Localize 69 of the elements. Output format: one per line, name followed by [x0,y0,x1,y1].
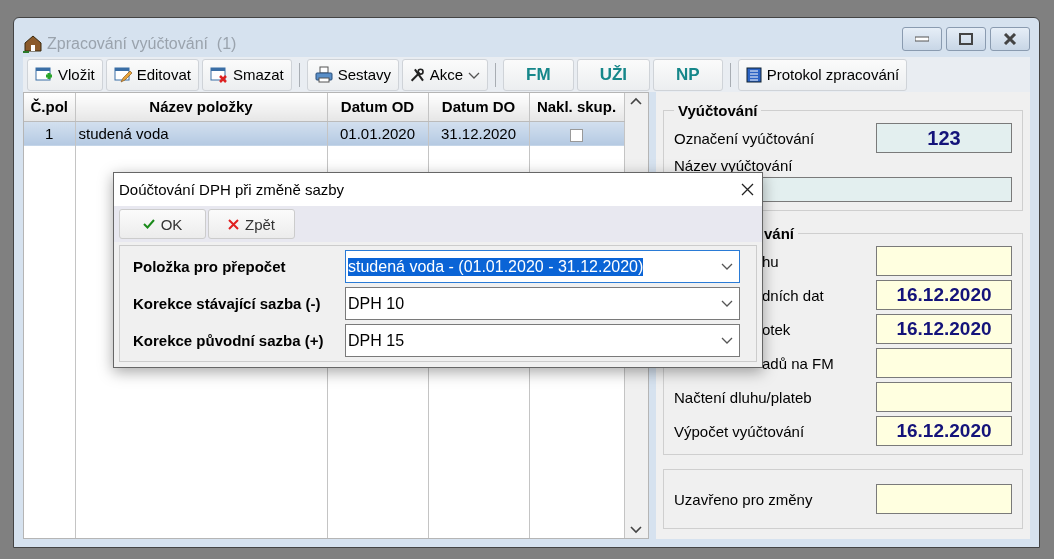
field-label: adů na FM [762,354,834,372]
chevron-down-icon [721,336,733,345]
toolbar-button[interactable]: Vložit [27,58,103,91]
toolbar-button[interactable]: Protokol zpracování [737,58,908,91]
table-delete-icon [209,65,228,84]
table-edit-icon [113,65,132,84]
toolbar-button[interactable]: FM [503,58,574,91]
toolbar-button[interactable]: Akce [402,58,489,91]
column-header[interactable]: Datum OD [327,93,428,121]
value-field[interactable]: 16.12.2020 [876,280,1012,310]
column-header[interactable]: Č.pol [24,93,75,121]
check-icon [142,219,155,229]
printer-icon [314,65,333,84]
combo-box[interactable]: studená voda - (01.01.2020 - 31.12.2020) [345,250,740,283]
minimize-icon [915,36,929,42]
window-title: Zpracování vyúčtování (1) [47,35,238,53]
house-icon [23,33,43,53]
value-field[interactable]: 16.12.2020 [876,314,1012,344]
group-title: vání [763,225,795,242]
value-field[interactable] [876,382,1012,412]
toolbar-button[interactable]: Smazat [201,58,292,91]
dialog-title: Doúčtování DPH při změně sazby [119,181,345,198]
table-add-icon [35,65,53,84]
dialog-button[interactable]: OK [119,209,206,239]
scroll-up-icon[interactable] [630,97,643,105]
scroll-down-icon[interactable] [630,526,643,534]
column-header[interactable]: Název položky [75,93,327,121]
close-button[interactable] [990,27,1030,51]
group-title: Vyúčtování [677,102,759,119]
close-icon [1003,33,1017,45]
toolbar-button[interactable]: UŽI [576,58,651,91]
chevron-down-icon [721,262,733,271]
column-header[interactable]: Datum DO [428,93,529,121]
table-cell: 1 [24,121,75,146]
field-label: Korekce stávající sazba (-) [133,295,322,312]
toolbar-button[interactable]: Editovat [105,58,199,91]
table-cell: studená voda [75,121,327,146]
table-cell: 01.01.2020 [327,121,428,146]
value-field[interactable] [876,348,1012,378]
field-label: Korekce původní sazba (+) [133,332,325,349]
toolbar-button[interactable]: Sestavy [306,58,400,91]
combo-box[interactable]: DPH 10 [345,287,740,320]
dialog-button[interactable]: Zpět [208,209,295,239]
maximize-button[interactable] [946,27,986,51]
column-header[interactable]: Nakl. skup. [529,93,624,121]
maximize-icon [959,33,973,45]
value-field[interactable] [876,484,1012,514]
field-label: Označení vyúčtování [674,129,815,147]
field-label: Položka pro přepočet [133,258,287,275]
field-label: dních dat [762,286,824,304]
field-label: Uzavřeno pro změny [674,490,813,508]
value-field[interactable]: 16.12.2020 [876,416,1012,446]
table-cell: 31.12.2020 [428,121,529,146]
field-label: Název vyúčtování [674,157,794,174]
field-label: otek [762,320,791,338]
field-label: hu [762,252,779,270]
cross-icon [228,218,239,230]
chevron-down-icon [721,299,733,308]
field-label: Výpočet vyúčtování [674,422,805,440]
value-field[interactable] [876,246,1012,276]
chevron-down-icon [468,72,481,80]
checkbox[interactable] [570,128,583,142]
list-icon [745,66,762,83]
toolbar-button[interactable]: NP [653,58,723,91]
combo-box[interactable]: DPH 15 [345,324,740,357]
wrench-screwdriver-icon [410,65,425,84]
value-field[interactable]: 123 [876,123,1012,153]
field-label: Načtení dluhu/plateb [674,388,812,406]
close-icon[interactable] [741,183,754,196]
